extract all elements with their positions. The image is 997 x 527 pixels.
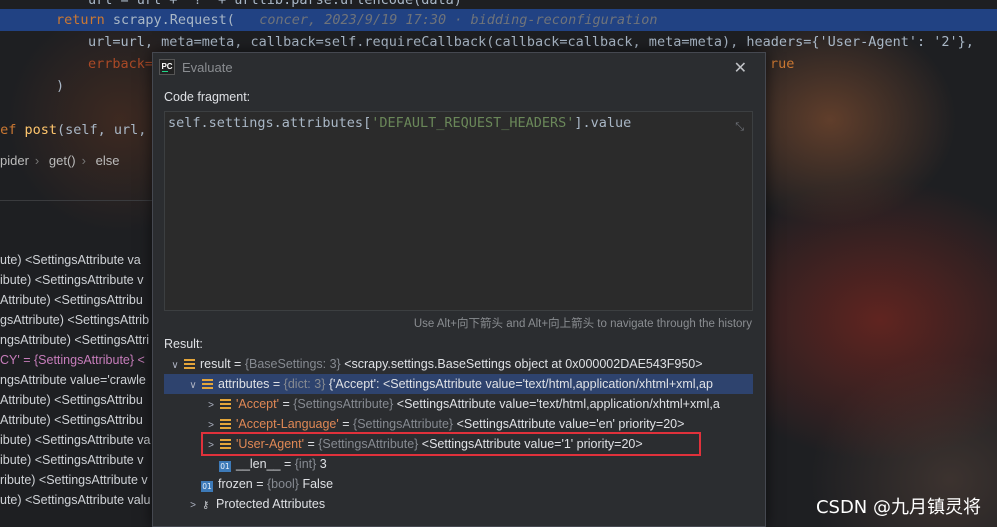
tree-row[interactable]: 01 frozen = {bool} False (164, 474, 753, 494)
protected-key-icon: ⚷ (202, 500, 210, 511)
tree-var-type: {bool} (267, 477, 303, 491)
post-params: (self, url, (57, 122, 147, 138)
request-call: scrapy.Request( (104, 12, 235, 28)
breadcrumb-item-else[interactable]: else (96, 153, 120, 168)
variable-row[interactable]: ute) <SettingsAttribute va (0, 250, 160, 270)
code-line-2-text: url=url, meta=meta, callback=self.requir… (88, 34, 974, 50)
code-fragment-label: Code fragment: (164, 90, 251, 104)
tree-var-type: {BaseSettings: 3} (244, 357, 345, 371)
tree-row[interactable]: > 'Accept' = {SettingsAttribute} <Setting… (164, 394, 753, 414)
chevron-right-icon[interactable]: > (186, 496, 200, 514)
tree-var-value: {'Accept': <SettingsAttribute value='tex… (328, 377, 713, 391)
chevron-down-icon[interactable]: ∨ (186, 376, 200, 394)
pycharm-icon: PC (159, 59, 175, 75)
primitive-value-icon: 01 (219, 461, 231, 472)
tree-row[interactable]: > ⚷ Protected Attributes (164, 494, 753, 514)
code-line-4-text: ) (56, 78, 65, 94)
tree-var-name: 'Accept-Language' (236, 417, 339, 431)
expand-icon[interactable]: ⤡ (735, 120, 744, 134)
variable-row[interactable]: gsAttribute) <SettingsAttrib (0, 310, 160, 330)
tree-var-type: {int} (294, 457, 320, 471)
debug-variables-panel: ute) <SettingsAttribute va ibute) <Setti… (0, 250, 160, 510)
variable-row[interactable]: ngsAttribute) <SettingsAttri (0, 330, 160, 350)
breadcrumb-item-spider[interactable]: pider (0, 153, 29, 168)
code-line-3-tail: rue (770, 53, 794, 75)
tree-equals: = (269, 377, 284, 391)
code-fragment-input[interactable]: self.settings.attributes['DEFAULT_REQUES… (164, 111, 753, 311)
code-line-0-text: url = url + '?' + urllib.parse.urlencode… (88, 0, 462, 8)
variable-row[interactable]: ibute) <SettingsAttribute v (0, 450, 160, 470)
git-blame-annotation: concer, 2023/9/19 17:30 · bidding-reconf… (234, 12, 658, 28)
post-function-name: post (16, 122, 58, 138)
tree-row[interactable]: ∨ result = {BaseSettings: 3} <scrapy.sett… (164, 354, 753, 374)
chevron-down-icon[interactable]: ∨ (168, 356, 182, 374)
dialog-title: Evaluate (182, 59, 233, 75)
tree-var-type: {SettingsAttribute} (293, 397, 397, 411)
tree-var-value: <SettingsAttribute value='en' priority=2… (456, 417, 685, 431)
tree-var-name: result (200, 357, 231, 371)
watermark: CSDN @九月镇灵将 (815, 497, 981, 518)
code-line-3-tail-text: rue (770, 56, 795, 72)
field-icon (202, 379, 213, 389)
tree-equals: = (252, 477, 267, 491)
variable-row[interactable]: ibute) <SettingsAttribute v (0, 270, 160, 290)
dialog-titlebar[interactable]: PC Evaluate (153, 53, 765, 81)
tree-var-type: {SettingsAttribute} (353, 417, 457, 431)
breadcrumb: pider › get() › else (0, 151, 125, 171)
result-label: Result: (164, 337, 203, 351)
field-icon (220, 419, 231, 429)
tree-var-name: Protected Attributes (216, 497, 326, 511)
code-line-4: ) (56, 75, 64, 97)
code-fragment-text: self.settings.attributes['DEFAULT_REQUES… (168, 115, 632, 131)
tree-var-value: <scrapy.settings.BaseSettings object at … (344, 357, 703, 371)
variable-row[interactable]: Attribute) <SettingsAttribu (0, 390, 160, 410)
close-icon[interactable]: ✕ (734, 58, 747, 78)
tree-equals: = (280, 457, 295, 471)
tree-var-name: frozen (218, 477, 253, 491)
breadcrumb-item-get[interactable]: get() (49, 153, 76, 168)
history-hint: Use Alt+向下箭头 and Alt+向上箭头 to navigate th… (413, 318, 752, 330)
tree-var-type: {dict: 3} (283, 377, 329, 391)
code-line-2: url=url, meta=meta, callback=self.requir… (88, 31, 974, 53)
tree-var-value: 3 (319, 457, 327, 471)
tree-var-value: False (302, 477, 334, 491)
def-keyword: def (0, 122, 17, 138)
tree-var-value: <SettingsAttribute value='text/html,appl… (396, 397, 720, 411)
variable-row[interactable]: Attribute) <SettingsAttribu (0, 290, 160, 310)
tree-row[interactable]: > 'Accept-Language' = {SettingsAttribute}… (164, 414, 753, 434)
panel-divider (0, 200, 160, 201)
field-icon (220, 399, 231, 409)
chevron-right-icon[interactable]: > (204, 396, 218, 414)
highlight-box (201, 432, 701, 456)
breadcrumb-separator-icon: › (34, 153, 40, 168)
variable-row[interactable]: ibute) <SettingsAttribute va (0, 430, 160, 450)
tree-equals: = (230, 357, 245, 371)
return-keyword: return (56, 12, 105, 28)
breadcrumb-separator-icon: › (81, 153, 86, 168)
primitive-value-icon: 01 (201, 481, 213, 492)
tree-equals: = (279, 397, 294, 411)
field-icon (184, 359, 195, 369)
tree-row[interactable]: 01 __len__ = {int} 3 (164, 454, 753, 474)
code-line-3-text: errback= (88, 56, 154, 72)
code-line-5: def post(self, url, (0, 119, 146, 141)
variable-row[interactable]: ribute) <SettingsAttribute v (0, 470, 160, 490)
tree-var-name: 'Accept' (236, 397, 279, 411)
tree-row[interactable]: ∨ attributes = {dict: 3} {'Accept': <Sett… (164, 374, 753, 394)
variable-row[interactable]: CY' = {SettingsAttribute} < (0, 350, 160, 370)
code-line-1: return scrapy.Request( concer, 2023/9/19… (0, 9, 997, 31)
variable-row[interactable]: ngsAttribute value='crawle (0, 370, 160, 390)
tree-var-name: __len__ (236, 457, 281, 471)
tree-var-name: attributes (218, 377, 270, 391)
variable-row[interactable]: Attribute) <SettingsAttribu (0, 410, 160, 430)
variable-row[interactable]: ute) <SettingsAttribute valu (0, 490, 160, 510)
code-line-3: errback= (88, 53, 153, 75)
tree-equals: = (338, 417, 354, 431)
